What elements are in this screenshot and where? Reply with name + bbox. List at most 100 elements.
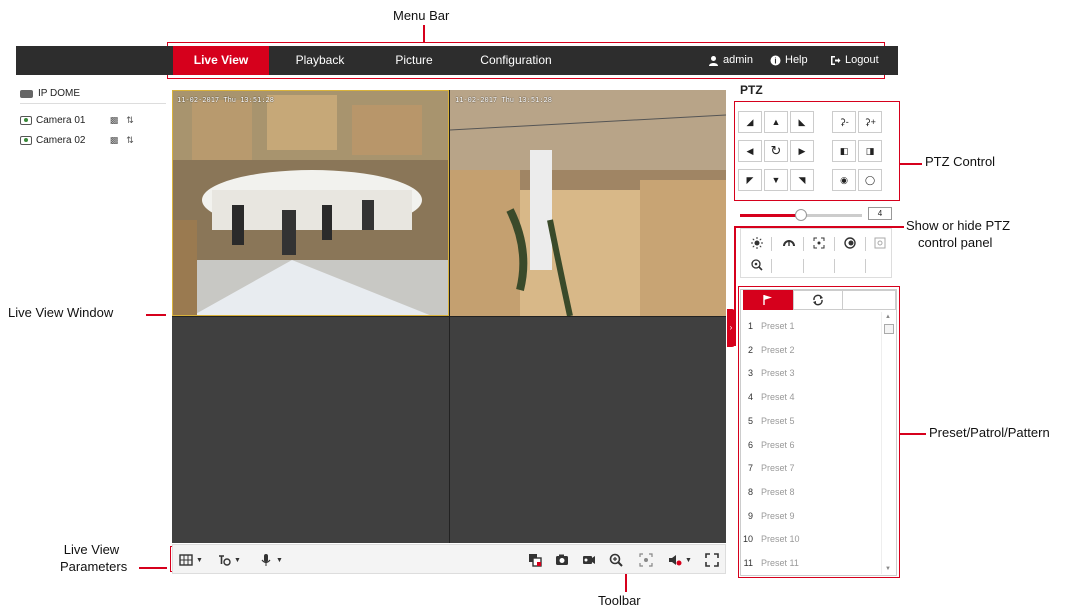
preset-name: Preset 1 bbox=[761, 321, 795, 331]
3d-zoom-button[interactable] bbox=[745, 255, 769, 275]
preset-row[interactable]: 1 Preset 1 bbox=[741, 314, 879, 338]
preset-row[interactable]: 6 Preset 6 bbox=[741, 433, 879, 457]
tilt-up-button[interactable]: ▲ bbox=[764, 111, 788, 133]
pan-down-left-button[interactable]: ◤ bbox=[738, 169, 762, 191]
stop-all-icon bbox=[529, 554, 542, 567]
audio-talk-button[interactable]: ▼ bbox=[259, 551, 283, 569]
zoom-out-button[interactable]: ⚳- bbox=[832, 111, 856, 133]
preset-name: Preset 8 bbox=[761, 486, 795, 497]
live-view-window[interactable]: 11-02-2017 Thu 13:51:28 11-02-2017 Thu 1… bbox=[172, 90, 726, 543]
tree-item-camera-02[interactable]: Camera 02 ▩ ⇅ bbox=[20, 130, 166, 150]
callout-toolbar: Toolbar bbox=[598, 593, 641, 608]
speed-slider-handle[interactable] bbox=[795, 209, 807, 221]
stop-all-live-view-button[interactable] bbox=[528, 551, 542, 569]
preset-row[interactable]: 2 Preset 2 bbox=[741, 338, 879, 362]
light-button[interactable] bbox=[745, 233, 769, 253]
scroll-thumb[interactable] bbox=[884, 324, 894, 334]
tab-picture[interactable]: Picture bbox=[381, 46, 447, 75]
focus-near-button[interactable]: ◧ bbox=[832, 140, 856, 162]
pane-divider bbox=[172, 316, 726, 317]
preset-row[interactable]: 11 Preset 11 bbox=[741, 551, 879, 575]
callout-menu-bar: Menu Bar bbox=[393, 8, 450, 23]
regional-focus-button[interactable] bbox=[639, 551, 653, 569]
user-menu[interactable]: admin bbox=[708, 46, 753, 75]
preset-number: 2 bbox=[747, 344, 753, 355]
preset-name: Preset 9 bbox=[761, 510, 795, 521]
preset-row[interactable]: 10 Preset 10 bbox=[741, 527, 879, 551]
pan-left-button[interactable]: ◀ bbox=[738, 140, 762, 162]
stream-settings-icon[interactable]: ⇅ bbox=[124, 135, 136, 145]
toolbar: ▼ ▼ ▼ ▼ bbox=[172, 544, 726, 574]
zoom-in-button[interactable]: ⚳+ bbox=[858, 111, 882, 133]
ptz-speed-slider[interactable] bbox=[740, 209, 862, 221]
pan-down-right-button[interactable]: ◥ bbox=[790, 169, 814, 191]
manual-tracking-button[interactable] bbox=[868, 233, 892, 253]
scroll-down-arrow[interactable]: ▼ bbox=[885, 566, 891, 572]
iris-open-button[interactable]: ◯ bbox=[858, 169, 882, 191]
pan-right-button[interactable]: ▶ bbox=[790, 140, 814, 162]
stream-type-button[interactable]: ▼ bbox=[217, 551, 241, 569]
record-button[interactable] bbox=[582, 551, 596, 569]
logout-link[interactable]: Logout bbox=[830, 46, 879, 75]
video-pane-2[interactable]: 11-02-2017 Thu 13:51:28 bbox=[450, 90, 726, 316]
preset-name: Preset 10 bbox=[761, 534, 800, 545]
full-screen-button[interactable] bbox=[705, 551, 719, 569]
capture-button[interactable] bbox=[555, 551, 569, 569]
focus-area-icon bbox=[639, 553, 653, 567]
iris-close-button[interactable]: ◉ bbox=[832, 169, 856, 191]
tab-pattern[interactable] bbox=[843, 290, 896, 310]
preset-row[interactable]: 9 Preset 9 bbox=[741, 504, 879, 528]
preset-number: 6 bbox=[747, 439, 753, 450]
callout-line-preset bbox=[900, 433, 926, 435]
dome-device-icon bbox=[20, 89, 33, 98]
wiper-button[interactable] bbox=[777, 233, 801, 253]
callout-line-toolbar bbox=[625, 572, 627, 592]
preset-scrollbar[interactable]: ▲ ▼ bbox=[881, 312, 895, 574]
focus-far-button[interactable]: ◨ bbox=[858, 140, 882, 162]
tab-patrol[interactable] bbox=[793, 290, 843, 310]
tab-playback[interactable]: Playback bbox=[282, 46, 358, 75]
preset-number: 1 bbox=[747, 321, 753, 331]
auto-pan-button[interactable]: ↻ bbox=[764, 140, 788, 162]
camera-feed-image bbox=[172, 90, 449, 316]
tree-root-device[interactable]: IP DOME bbox=[20, 86, 166, 104]
preset-panel: 1 Preset 1 2 Preset 2 3 Preset 3 4 Preset 4 5 Pre… bbox=[740, 289, 897, 576]
callout-line-ptz-control bbox=[900, 163, 922, 165]
window-layout-button[interactable]: ▼ bbox=[179, 551, 203, 569]
tab-live-view[interactable]: Live View bbox=[173, 46, 269, 75]
preset-row[interactable]: 7 Preset 7 bbox=[741, 456, 879, 480]
record-icon[interactable]: ▩ bbox=[108, 135, 120, 145]
separator bbox=[865, 237, 866, 251]
scroll-up-arrow[interactable]: ▲ bbox=[885, 314, 891, 320]
pan-up-right-button[interactable]: ◣ bbox=[790, 111, 814, 133]
toggle-ptz-panel-button[interactable]: › bbox=[727, 309, 735, 347]
tilt-down-button[interactable]: ▼ bbox=[764, 169, 788, 191]
preset-row[interactable]: 8 Preset 8 bbox=[741, 480, 879, 504]
auto-focus-button[interactable] bbox=[807, 233, 831, 253]
callout-line-live-view-window bbox=[146, 314, 166, 316]
callout-ptz-control: PTZ Control bbox=[925, 154, 996, 169]
separator bbox=[834, 259, 835, 273]
stream-settings-icon[interactable]: ⇅ bbox=[124, 115, 136, 125]
help-link[interactable]: i Help bbox=[770, 46, 808, 75]
help-icon: i bbox=[770, 55, 781, 66]
video-pane-3[interactable] bbox=[172, 317, 449, 543]
username: admin bbox=[723, 54, 753, 66]
manual-tracking-icon bbox=[874, 237, 886, 249]
preset-row[interactable]: 4 Preset 4 bbox=[741, 385, 879, 409]
preset-row[interactable]: 3 Preset 3 bbox=[741, 361, 879, 385]
lens-init-button[interactable] bbox=[838, 233, 862, 253]
tab-preset[interactable] bbox=[743, 290, 793, 310]
record-icon[interactable]: ▩ bbox=[108, 115, 120, 125]
tree-item-camera-01[interactable]: Camera 01 ▩ ⇅ bbox=[20, 110, 166, 130]
separator bbox=[803, 259, 804, 273]
preset-row[interactable]: 5 Preset 5 bbox=[741, 409, 879, 433]
chevron-down-icon: ▼ bbox=[234, 556, 241, 564]
video-pane-4[interactable] bbox=[450, 317, 726, 543]
pan-up-left-button[interactable]: ◢ bbox=[738, 111, 762, 133]
preset-number: 9 bbox=[747, 510, 753, 521]
digital-zoom-button[interactable] bbox=[609, 551, 623, 569]
audio-button[interactable]: ▼ bbox=[668, 551, 692, 569]
tab-configuration[interactable]: Configuration bbox=[468, 46, 564, 75]
video-pane-1[interactable]: 11-02-2017 Thu 13:51:28 bbox=[172, 90, 449, 316]
